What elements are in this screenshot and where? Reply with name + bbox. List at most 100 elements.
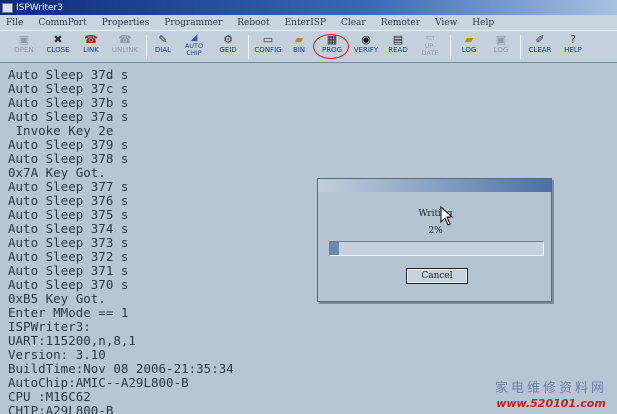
- log-icon: ▰: [464, 33, 474, 46]
- log-label: LOG: [461, 46, 477, 54]
- auto-chip-label-2: CHIP: [186, 48, 202, 57]
- close-icon: ✖: [53, 33, 63, 46]
- console-line: CPU :M16C62: [8, 389, 91, 404]
- dial-button[interactable]: ✎ DIAL: [151, 33, 175, 63]
- dial-label: DIAL: [154, 46, 172, 54]
- app-icon: [2, 2, 13, 13]
- console-line: Auto Sleep 370 s: [8, 277, 129, 292]
- progress-bar: [329, 241, 544, 256]
- console-line: Auto Sleep 37d s: [8, 67, 129, 82]
- console-line: Auto Sleep 378 s: [8, 151, 129, 166]
- clear-button[interactable]: ✐ CLEAR: [526, 33, 554, 63]
- app-window: ISPWriter3 File CommPort Properties Prog…: [0, 0, 617, 414]
- geid-button[interactable]: ⚙ GEID: [214, 33, 242, 63]
- console-line: Invoke Key 2e: [8, 123, 114, 138]
- close-label: CLOSE: [46, 46, 70, 54]
- watermark: 家电维修资料网 www.520101.com: [487, 381, 615, 413]
- menu-enterisp[interactable]: EnterISP: [285, 18, 326, 28]
- console-line: Auto Sleep 37c s: [8, 81, 129, 96]
- link-button[interactable]: ☎ LINK: [78, 33, 104, 63]
- console-line: Auto Sleep 37b s: [8, 95, 129, 110]
- menu-clear[interactable]: Clear: [341, 18, 366, 28]
- dialog-status-text: Writing: [418, 209, 453, 219]
- link-icon: ☎: [84, 33, 98, 46]
- console-line: Auto Sleep 376 s: [8, 193, 129, 208]
- console-line: AutoChip:AMIC--A29L800-B: [8, 375, 189, 390]
- menu-file[interactable]: File: [6, 18, 23, 28]
- mouse-cursor-icon: [440, 206, 454, 226]
- verify-label: VERIFY: [353, 46, 379, 54]
- read-button[interactable]: ▤ READ: [384, 33, 412, 63]
- geid-icon: ⚙: [223, 33, 233, 46]
- config-button[interactable]: ▭ CONFIG: [252, 33, 284, 63]
- window-title: ISPWriter3: [16, 2, 63, 13]
- unlink-button[interactable]: ☎ UNLINK: [108, 33, 142, 63]
- menu-programmer[interactable]: Programmer: [164, 18, 222, 28]
- config-icon: ▭: [262, 33, 274, 46]
- console-line: 0xB5 Key Got.: [8, 291, 106, 306]
- config-label: CONFIG: [254, 46, 282, 54]
- console-line: ISPWriter3:: [8, 319, 91, 334]
- open-label: OPEN: [14, 46, 34, 54]
- toolbar-separator: [146, 35, 147, 59]
- help-icon: ?: [570, 33, 576, 46]
- menu-bar: File CommPort Properties Programmer Rebo…: [0, 15, 617, 30]
- log-button[interactable]: ▰ LOG: [458, 33, 480, 63]
- help-button[interactable]: ? HELP: [560, 33, 586, 63]
- console-line: BuildTime:Nov 08 2006-21:35:34: [8, 361, 234, 376]
- menu-help[interactable]: Help: [472, 18, 494, 28]
- console-line: Auto Sleep 372 s: [8, 249, 129, 264]
- menu-reboot[interactable]: Reboot: [237, 18, 269, 28]
- unlink-label: UNLINK: [111, 46, 139, 54]
- link-label: LINK: [83, 46, 99, 54]
- dialog-title-bar[interactable]: [318, 179, 551, 192]
- watermark-text: 家电维修资料网: [494, 381, 607, 396]
- menu-remoter[interactable]: Remoter: [381, 18, 420, 28]
- verify-button[interactable]: ◉ VERIFY: [350, 33, 382, 63]
- bin-button[interactable]: ▰ BIN: [288, 33, 310, 63]
- console-line: Version: 3.10: [8, 347, 106, 362]
- console-line: Auto Sleep 374 s: [8, 221, 129, 236]
- dialog-percent-text: 2%: [428, 226, 443, 236]
- open-icon: ▣: [18, 33, 30, 46]
- console-line: UART:115200,n,8,1: [8, 333, 136, 348]
- console-line: Auto Sleep 375 s: [8, 207, 129, 222]
- menu-view[interactable]: View: [435, 18, 457, 28]
- auto-chip-button[interactable]: ◢ AUTO CHIP: [181, 33, 207, 63]
- folder-icon: ▰: [294, 33, 304, 46]
- toolbar-separator: [520, 35, 521, 59]
- console-line: 0x7A Key Got.: [8, 165, 106, 180]
- progress-bar-fill: [330, 242, 339, 255]
- dial-icon: ✎: [158, 33, 168, 46]
- console-line: Auto Sleep 377 s: [8, 179, 129, 194]
- console-line: CHIP:A29L800-B: [8, 403, 114, 414]
- menu-properties[interactable]: Properties: [102, 18, 150, 28]
- read-icon: ▤: [392, 33, 404, 46]
- console-line: Auto Sleep 371 s: [8, 263, 129, 278]
- console-line: Auto Sleep 37a s: [8, 109, 129, 124]
- menu-commport[interactable]: CommPort: [38, 18, 86, 28]
- console-line: Enter MMode == 1: [8, 305, 129, 320]
- log-save-label: LOG: [493, 46, 509, 54]
- console-line: Auto Sleep 379 s: [8, 137, 129, 152]
- save-icon: ▣: [495, 33, 507, 46]
- open-button[interactable]: ▣ OPEN: [10, 33, 38, 63]
- unlink-icon: ☎: [118, 33, 132, 46]
- cancel-button[interactable]: Cancel: [406, 268, 468, 284]
- bin-label: BIN: [292, 46, 306, 54]
- toolbar-separator: [450, 35, 451, 59]
- update-button[interactable]: ▭ UP- DATE: [417, 33, 443, 63]
- toolbar-separator: [248, 35, 249, 59]
- geid-label: GEID: [219, 46, 237, 54]
- close-button[interactable]: ✖ CLOSE: [42, 33, 74, 63]
- console-line: Auto Sleep 373 s: [8, 235, 129, 250]
- log-save-button[interactable]: ▣ LOG: [490, 33, 512, 63]
- read-label: READ: [388, 46, 408, 54]
- toolbar: ▣ OPEN ✖ CLOSE ☎ LINK ☎ UNLINK ✎ DIAL ◢ …: [0, 30, 617, 63]
- verify-icon: ◉: [361, 33, 371, 46]
- clear-label: CLEAR: [528, 46, 552, 54]
- brush-icon: ✐: [535, 33, 545, 46]
- progress-dialog: Writing 2% Cancel: [317, 178, 552, 302]
- help-label: HELP: [564, 46, 582, 54]
- watermark-url: www.520101.com: [496, 397, 606, 410]
